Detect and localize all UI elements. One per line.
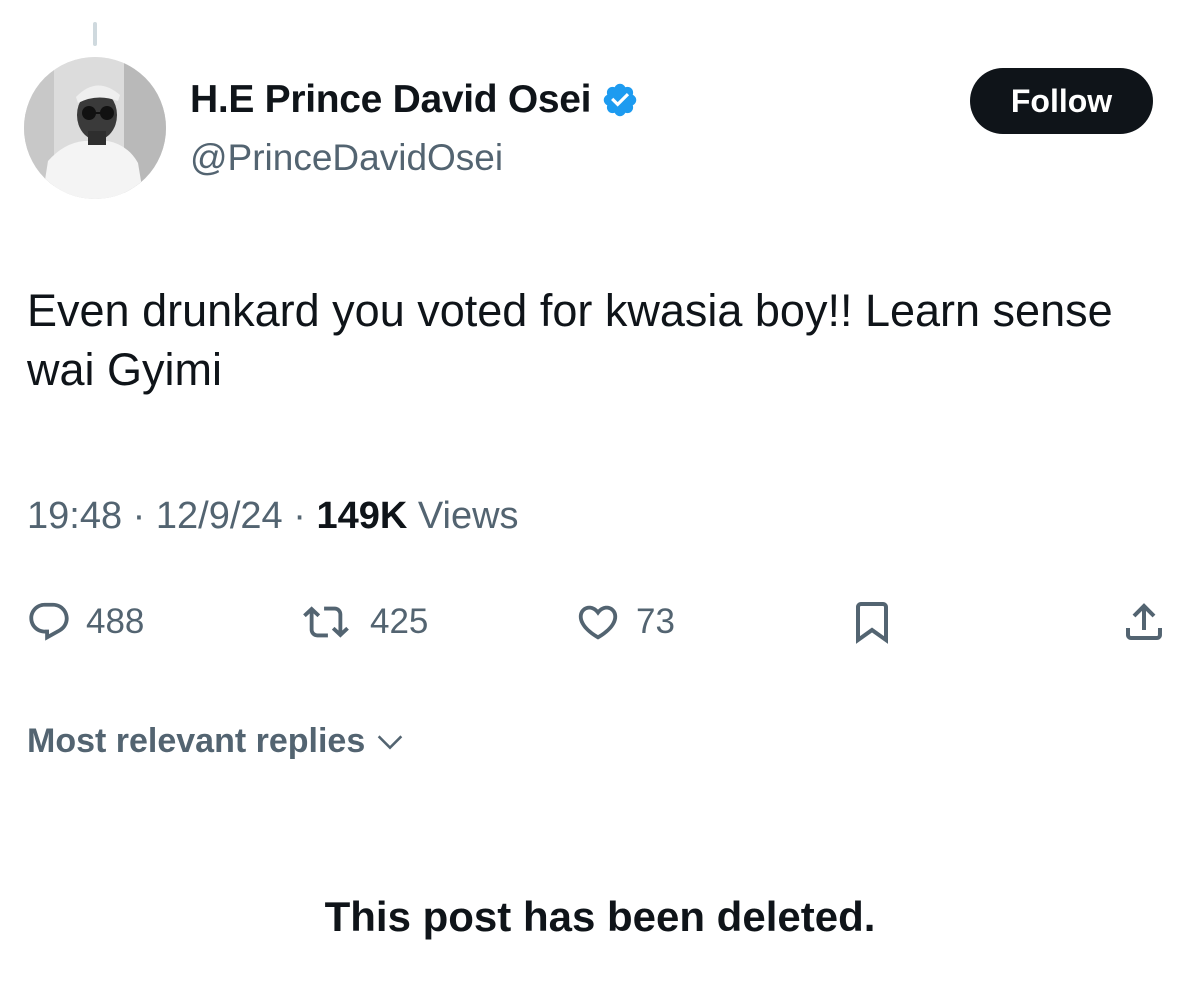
reply-button[interactable]: 488 bbox=[26, 592, 144, 652]
post-date[interactable]: 12/9/24 bbox=[156, 495, 283, 537]
like-icon bbox=[578, 605, 618, 640]
repost-icon bbox=[303, 606, 349, 638]
deleted-post-notice: This post has been deleted. bbox=[324, 893, 876, 940]
thread-connector-line bbox=[93, 22, 97, 46]
meta-separator: · bbox=[132, 495, 146, 537]
views-count: 149K bbox=[316, 495, 408, 537]
post-meta: 19:48 · 12/9/24 · 149K Views bbox=[27, 495, 519, 538]
reply-count: 488 bbox=[86, 602, 145, 641]
replies-sort-label: Most relevant replies bbox=[27, 722, 366, 760]
share-icon bbox=[1126, 603, 1162, 640]
bookmark-button[interactable] bbox=[848, 592, 896, 652]
chevron-down-icon bbox=[378, 734, 403, 749]
follow-button[interactable]: Follow bbox=[970, 68, 1153, 134]
meta-separator: · bbox=[293, 495, 306, 537]
share-button[interactable] bbox=[1120, 592, 1168, 652]
author-display-name[interactable]: H.E Prince David Osei bbox=[190, 78, 592, 122]
replies-sort-dropdown[interactable]: Most relevant replies bbox=[27, 722, 407, 761]
like-button[interactable]: 73 bbox=[574, 592, 675, 652]
views-label: Views bbox=[417, 495, 519, 537]
author-display-name-row[interactable]: H.E Prince David Osei bbox=[190, 78, 639, 122]
verified-badge-icon[interactable] bbox=[601, 81, 639, 119]
repost-button[interactable]: 425 bbox=[296, 592, 428, 652]
repost-count: 425 bbox=[370, 602, 429, 641]
like-count: 73 bbox=[636, 602, 675, 641]
post-text: Even drunkard you voted for kwasia boy!!… bbox=[27, 285, 1113, 395]
action-bar: 488 425 73 bbox=[0, 592, 1200, 652]
reply-icon bbox=[29, 602, 69, 641]
author-handle[interactable]: @PrinceDavidOsei bbox=[190, 137, 503, 179]
avatar[interactable] bbox=[24, 57, 166, 199]
bookmark-icon bbox=[856, 602, 888, 644]
post-time[interactable]: 19:48 bbox=[27, 495, 122, 537]
